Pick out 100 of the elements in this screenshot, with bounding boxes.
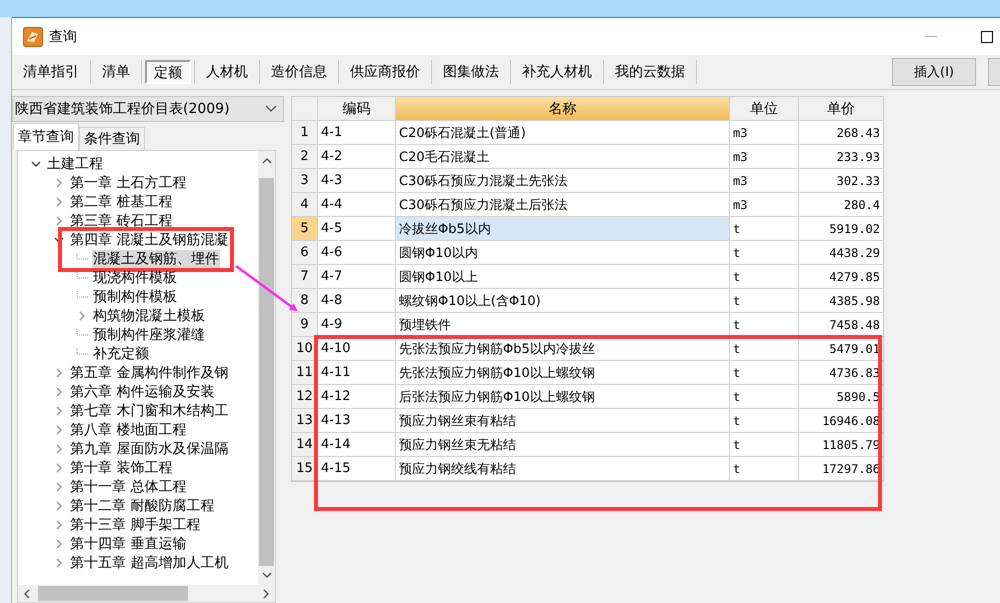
column-header[interactable]: 单位 bbox=[730, 97, 799, 121]
scroll-up-icon[interactable] bbox=[262, 158, 272, 164]
row-number[interactable]: 4 bbox=[292, 193, 318, 217]
tab[interactable]: 定额 bbox=[145, 60, 191, 84]
row-number[interactable]: 7 bbox=[292, 265, 318, 289]
table-cell: 11805.79 bbox=[799, 433, 883, 457]
tree-item[interactable]: 第十二章 耐酸防腐工程 bbox=[69, 496, 216, 514]
tree-item[interactable]: 第十三章 脚手架工程 bbox=[69, 516, 202, 534]
table-cell: 4279.85 bbox=[799, 265, 883, 289]
tab[interactable]: 造价信息 bbox=[263, 60, 335, 84]
table-cell: 预应力钢绞线有粘结 bbox=[396, 457, 730, 481]
tree-item[interactable]: 第九章 屋面防水及保温隔 bbox=[69, 440, 230, 458]
table-cell: 4-4 bbox=[318, 193, 396, 217]
tab[interactable]: 我的云数据 bbox=[607, 60, 693, 84]
table-cell: 4736.83 bbox=[799, 361, 883, 385]
horizontal-scrollbar[interactable] bbox=[18, 585, 275, 602]
table-cell: t bbox=[730, 433, 799, 457]
tree-item[interactable]: 第四章 混凝土及钢筋混凝 bbox=[69, 230, 230, 248]
tree-item[interactable]: 第八章 楼地面工程 bbox=[69, 420, 188, 438]
table-cell: 4-2 bbox=[318, 145, 396, 169]
table-cell: 4385.98 bbox=[799, 289, 883, 313]
table-cell: m3 bbox=[730, 193, 799, 217]
table-cell: t bbox=[730, 289, 799, 313]
table-cell: t bbox=[730, 241, 799, 265]
column-header[interactable]: 编码 bbox=[318, 97, 396, 121]
tab[interactable]: 条件查询 bbox=[79, 127, 145, 150]
table-cell: 4-15 bbox=[318, 457, 396, 481]
table-cell: C30砾石预应力混凝土先张法 bbox=[396, 169, 730, 193]
minimize-icon[interactable] bbox=[925, 36, 937, 38]
tree-item[interactable]: 土建工程 bbox=[46, 154, 104, 172]
table-cell: 先张法预应力钢筋Φ10以上螺纹钢 bbox=[396, 361, 730, 385]
table-cell: t bbox=[730, 457, 799, 481]
table-cell: 268.43 bbox=[799, 121, 883, 145]
tree-item[interactable]: 混凝土及钢筋、埋件 bbox=[92, 250, 220, 268]
table-cell: m3 bbox=[730, 169, 799, 193]
window-title: 查询 bbox=[49, 28, 77, 46]
tab[interactable]: 清单 bbox=[94, 60, 138, 84]
row-number[interactable]: 6 bbox=[292, 241, 318, 265]
table-cell: 4-8 bbox=[318, 289, 396, 313]
tree-item[interactable]: 补充定额 bbox=[92, 344, 150, 362]
tree-item[interactable]: 第六章 构件运输及安装 bbox=[69, 382, 216, 400]
row-number[interactable]: 3 bbox=[292, 169, 318, 193]
table-cell: 5479.01 bbox=[799, 337, 883, 361]
row-number[interactable]: 1 bbox=[292, 121, 318, 145]
table-cell: 4-12 bbox=[318, 385, 396, 409]
column-header[interactable]: 单价 bbox=[799, 97, 883, 121]
table-cell: 圆钢Φ10以上 bbox=[396, 265, 730, 289]
insert-button[interactable]: 插入(I) bbox=[892, 58, 976, 86]
row-number[interactable]: 8 bbox=[292, 289, 318, 313]
button[interactable] bbox=[988, 58, 1000, 86]
tab[interactable]: 供应商报价 bbox=[342, 60, 428, 84]
scroll-right-icon[interactable] bbox=[263, 588, 269, 598]
table-cell: 5919.02 bbox=[799, 217, 883, 241]
tree-item[interactable]: 第十章 装饰工程 bbox=[69, 458, 174, 476]
table-cell: 17297.86 bbox=[799, 457, 883, 481]
tree-item[interactable]: 第二章 桩基工程 bbox=[69, 192, 174, 210]
maximize-icon[interactable] bbox=[981, 30, 993, 42]
tree-item[interactable]: 第十四章 垂直运输 bbox=[69, 534, 188, 552]
table-cell: t bbox=[730, 217, 799, 241]
table-cell: 4-1 bbox=[318, 121, 396, 145]
table-cell: 4-7 bbox=[318, 265, 396, 289]
table-cell: t bbox=[730, 337, 799, 361]
tree-item[interactable]: 现浇构件模板 bbox=[92, 268, 178, 286]
tree-item[interactable]: 第一章 土石方工程 bbox=[69, 174, 188, 192]
tree-item[interactable]: 构筑物混凝土模板 bbox=[92, 306, 206, 324]
table-cell: 预应力钢丝束有粘结 bbox=[396, 409, 730, 433]
table-cell: 4-10 bbox=[318, 337, 396, 361]
tree-item[interactable]: 第十一章 总体工程 bbox=[69, 478, 188, 496]
tree-item[interactable]: 第七章 木门窗和木结构工 bbox=[69, 402, 230, 420]
library-dropdown[interactable]: 陕西省建筑装饰工程价目表(2009) bbox=[12, 96, 284, 122]
pointer-arrow bbox=[235, 265, 298, 312]
table-cell: t bbox=[730, 409, 799, 433]
tab[interactable]: 人材机 bbox=[198, 60, 256, 84]
tab[interactable]: 章节查询 bbox=[13, 123, 79, 150]
vertical-scrollbar[interactable] bbox=[258, 151, 275, 585]
tab[interactable]: 清单指引 bbox=[15, 60, 87, 84]
row-number[interactable]: 9 bbox=[292, 313, 318, 337]
dropdown-chevron-icon[interactable] bbox=[265, 105, 277, 113]
table-cell: t bbox=[730, 361, 799, 385]
table-cell: 先张法预应力钢筋Φb5以内冷拔丝 bbox=[396, 337, 730, 361]
tab[interactable]: 图集做法 bbox=[435, 60, 507, 84]
scroll-down-icon[interactable] bbox=[262, 572, 272, 578]
table-cell: 4-11 bbox=[318, 361, 396, 385]
row-number[interactable]: 2 bbox=[292, 145, 318, 169]
column-header[interactable]: 名称 bbox=[396, 97, 730, 121]
table-cell: 冷拔丝Φb5以内 bbox=[396, 217, 730, 241]
row-number[interactable]: 5 bbox=[292, 217, 318, 241]
table-cell: 螺纹钢Φ10以上(含Φ10) bbox=[396, 289, 730, 313]
table-cell: t bbox=[730, 385, 799, 409]
tree-item[interactable]: 第十五章 超高增加人工机 bbox=[69, 554, 230, 572]
tab[interactable]: 补充人材机 bbox=[514, 60, 600, 84]
table-cell: 4-3 bbox=[318, 169, 396, 193]
table-cell: 5890.5 bbox=[799, 385, 883, 409]
scroll-left-icon[interactable] bbox=[24, 588, 30, 598]
tree-item[interactable]: 第三章 砖石工程 bbox=[69, 212, 174, 230]
table-cell: 圆钢Φ10以内 bbox=[396, 241, 730, 265]
tree-item[interactable]: 预制构件模板 bbox=[92, 288, 178, 306]
tree-item[interactable]: 预制构件座浆灌缝 bbox=[92, 326, 206, 344]
tree-item[interactable]: 第五章 金属构件制作及钢 bbox=[69, 364, 230, 382]
table-cell: 280.4 bbox=[799, 193, 883, 217]
